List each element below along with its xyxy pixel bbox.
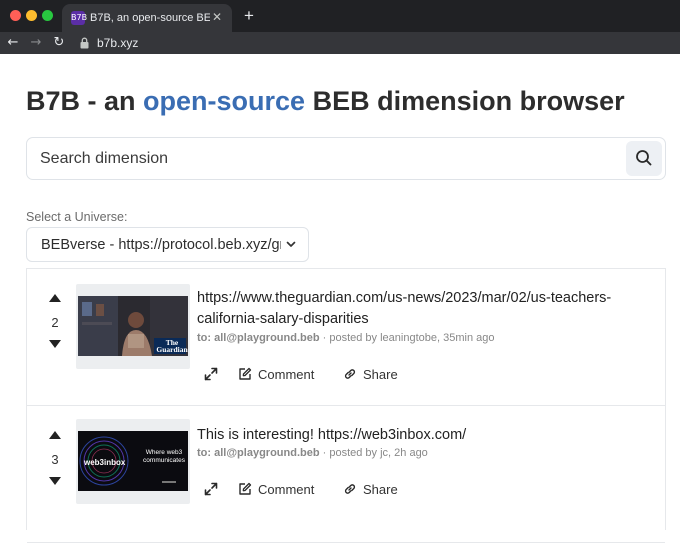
share-button[interactable]: Share [343, 481, 413, 499]
post-card: 3 web3inbox Where web3 communicates This… [27, 406, 665, 543]
comment-button[interactable]: Comment [238, 481, 328, 499]
search-box [26, 137, 666, 180]
search-icon [636, 150, 652, 166]
post-meta: to: all@playground.beb · posted by jc, 2… [197, 447, 428, 459]
post-meta: to: all@playground.beb · posted by leani… [197, 332, 494, 344]
page-content: B7B - an open-source BEB dimension brows… [0, 54, 680, 543]
post-thumbnail[interactable]: web3inbox Where web3 communicates [76, 419, 190, 504]
post-byline: · posted by leaningtobe, 35min ago [322, 332, 495, 344]
post-card: 2 The Guardian https://www.theguardian.c… [27, 269, 665, 406]
edit-icon [239, 482, 252, 495]
post-byline: · posted by jc, 2h ago [322, 447, 428, 459]
thumbnail-web3inbox-logo: web3inbox [84, 458, 126, 467]
comment-label: Comment [258, 482, 315, 497]
page-title-prefix: B7B - an [26, 86, 144, 116]
downvote-icon[interactable] [48, 339, 62, 349]
post-title-link[interactable]: This is interesting! https://web3inbox.c… [197, 425, 652, 446]
search-button[interactable] [626, 141, 662, 176]
downvote-icon[interactable] [48, 476, 62, 486]
link-icon [344, 484, 356, 494]
universe-select[interactable]: BEBverse - https://protocol.beb.xyz/grap… [26, 227, 309, 262]
favicon-icon: B7B [71, 11, 87, 25]
universe-select-value: BEBverse - https://protocol.beb.xyz/grap… [41, 237, 281, 253]
page-title: B7B - an open-source BEB dimension brows… [26, 86, 625, 117]
window-maximize-button[interactable] [42, 10, 53, 21]
expand-button[interactable] [204, 366, 220, 384]
share-button[interactable]: Share [343, 366, 413, 384]
edit-icon [239, 367, 252, 380]
post-thumbnail[interactable]: The Guardian [76, 284, 190, 369]
link-icon [344, 369, 356, 379]
vote-count: 3 [51, 452, 59, 467]
expand-icon [204, 482, 218, 496]
upvote-icon[interactable] [48, 293, 62, 303]
post-feed: 2 The Guardian https://www.theguardian.c… [26, 268, 666, 543]
page-title-suffix: BEB dimension browser [305, 86, 625, 116]
forward-icon[interactable]: → [28, 35, 44, 51]
lock-icon [80, 37, 89, 49]
chevron-down-icon [286, 241, 296, 247]
upvote-icon[interactable] [48, 430, 62, 440]
reload-icon[interactable]: ↻ [51, 35, 67, 51]
page-title-accent: open-source [143, 86, 306, 116]
post-recipient: to: all@playground.beb [197, 332, 320, 344]
post-title-link[interactable]: https://www.theguardian.com/us-news/2023… [197, 288, 652, 330]
share-label: Share [363, 367, 398, 382]
comment-label: Comment [258, 367, 315, 382]
tab-close-icon[interactable]: ✕ [210, 10, 224, 24]
browser-tab[interactable]: B7B B7B, an open-source BEB dimension br… [62, 4, 232, 32]
url-field[interactable]: b7b.xyz [97, 36, 138, 50]
expand-button[interactable] [204, 481, 220, 499]
search-input[interactable] [40, 138, 610, 179]
thumbnail-caption: Where web3 communicates [143, 449, 185, 464]
window-close-button[interactable] [10, 10, 21, 21]
address-bar: ← → ↻ b7b.xyz [0, 32, 680, 54]
comment-button[interactable]: Comment [238, 366, 328, 384]
window-minimize-button[interactable] [26, 10, 37, 21]
tab-title: B7B, an open-source BEB dimension browse… [90, 12, 210, 24]
new-tab-icon[interactable]: + [240, 6, 258, 26]
back-icon[interactable]: ← [5, 35, 21, 51]
universe-select-label: Select a Universe: [26, 210, 128, 224]
share-label: Share [363, 482, 398, 497]
post-recipient: to: all@playground.beb [197, 447, 320, 459]
expand-icon [204, 367, 218, 381]
thumbnail-guardian-logo: The Guardian [156, 338, 188, 354]
browser-tab-bar: B7B B7B, an open-source BEB dimension br… [0, 0, 680, 32]
vote-count: 2 [51, 315, 59, 330]
